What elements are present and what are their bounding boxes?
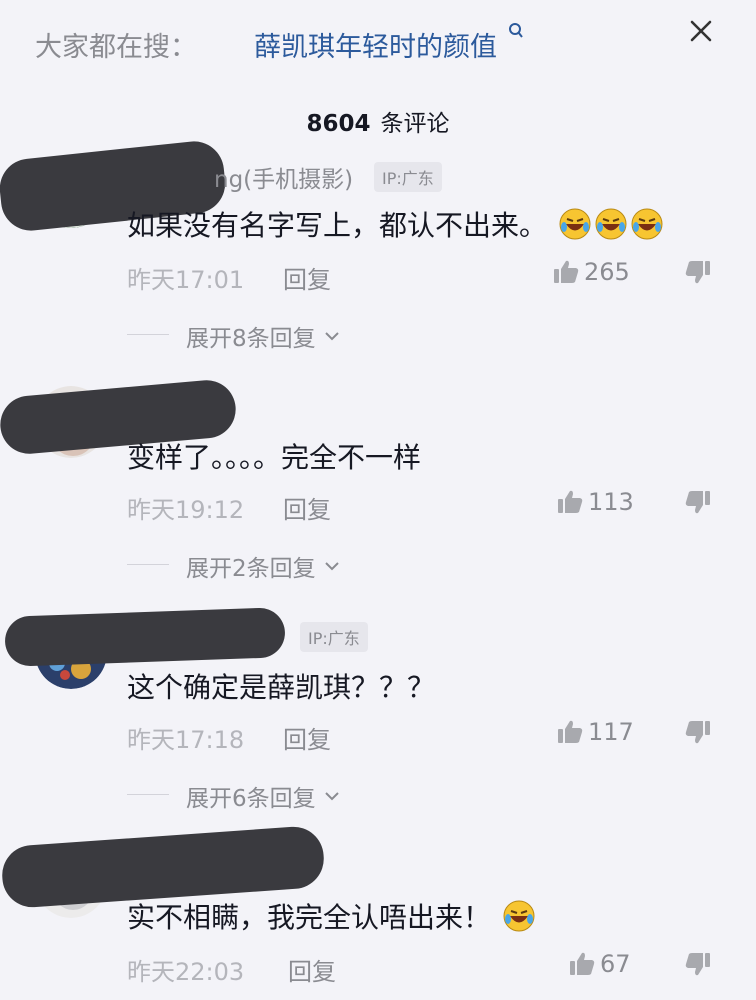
laughing-emoji-icon [594, 207, 628, 241]
like-count: 117 [588, 718, 634, 746]
expand-replies-button[interactable]: 展开6条回复 [186, 779, 342, 813]
comment-count-unit: 条评论 [380, 111, 450, 137]
comment-text-content: 实不相瞒，我完全认唔出来！ [127, 901, 492, 934]
reply-button[interactable]: 回复 [283, 490, 331, 525]
like-button[interactable]: 67 [568, 950, 631, 978]
comment-time: 昨天22:03 [127, 958, 245, 986]
ip-badge: IP:广东 [374, 162, 442, 192]
like-count: 67 [600, 950, 631, 978]
like-button[interactable]: 265 [552, 258, 630, 286]
expand-divider [127, 794, 169, 795]
reply-button[interactable]: 回复 [288, 952, 336, 987]
comment-count-number: 8604 [306, 111, 371, 137]
chevron-down-icon [324, 792, 339, 801]
like-count: 113 [588, 488, 634, 516]
thumbs-up-icon [558, 490, 583, 513]
search-suggestion-label: 大家都在搜： [35, 32, 197, 63]
thumbs-down-icon[interactable] [684, 718, 712, 750]
comment-text: 这个确定是薛凯琪？？？ [127, 671, 436, 704]
comment-text-content: 如果没有名字写上，都认不出来。 [127, 209, 548, 242]
close-icon[interactable] [684, 14, 718, 48]
ip-badge: IP:广东 [300, 622, 368, 652]
comment-time: 昨天17:18 [127, 726, 245, 754]
expand-replies-label: 展开8条回复 [186, 326, 316, 352]
like-button[interactable]: 117 [556, 718, 634, 746]
reply-button[interactable]: 回复 [283, 260, 331, 295]
laughing-emoji-icon [502, 899, 536, 933]
thumbs-up-icon [570, 952, 595, 975]
expand-replies-button[interactable]: 展开8条回复 [186, 319, 342, 353]
chevron-down-icon [324, 332, 339, 341]
chevron-down-icon [324, 562, 339, 571]
comment-text: 变样了。。。。完全不一样 [127, 441, 422, 474]
thumbs-up-icon [558, 720, 583, 743]
laughing-emoji-icon [630, 207, 664, 241]
laughing-emoji-icon [558, 207, 592, 241]
comment-time: 昨天19:12 [127, 496, 245, 524]
thumbs-down-icon[interactable] [684, 488, 712, 520]
search-icon[interactable] [508, 22, 524, 46]
thumbs-up-icon [554, 260, 579, 283]
comment-text: 如果没有名字写上，都认不出来。 [127, 204, 664, 244]
expand-replies-label: 展开6条回复 [186, 786, 316, 812]
like-button[interactable]: 113 [556, 488, 634, 516]
expand-divider [127, 564, 169, 565]
comment-text: 实不相瞒，我完全认唔出来！ [127, 896, 536, 936]
expand-replies-button[interactable]: 展开2条回复 [186, 549, 342, 583]
search-suggestion-term[interactable]: 薛凯琪年轻时的颜值 [254, 25, 497, 64]
expand-divider [127, 334, 169, 335]
redaction-scribble [4, 607, 286, 667]
username[interactable]: ng(手机摄影) [214, 160, 353, 194]
thumbs-down-icon[interactable] [684, 950, 712, 982]
comment-time: 昨天17:01 [127, 266, 245, 294]
comment-count: 8604 条评论 [0, 104, 756, 138]
thumbs-down-icon[interactable] [684, 258, 712, 290]
expand-replies-label: 展开2条回复 [186, 556, 316, 582]
reply-button[interactable]: 回复 [283, 720, 331, 755]
like-count: 265 [584, 258, 630, 286]
